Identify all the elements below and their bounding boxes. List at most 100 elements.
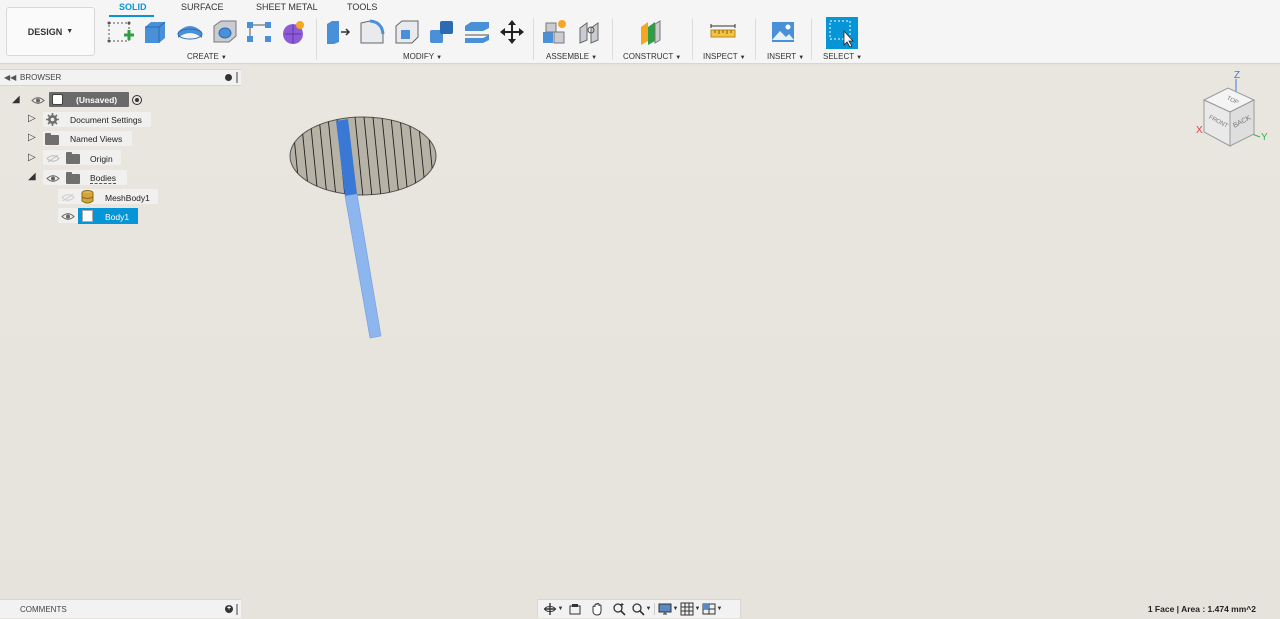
pin-icon[interactable] bbox=[225, 74, 232, 81]
comments-panel-header: COMMENTS + bbox=[0, 599, 241, 618]
selection-status-text: 1 Face | Area : 1.474 mm^2 bbox=[1147, 604, 1256, 614]
visibility-eye-icon[interactable] bbox=[46, 174, 60, 183]
chevron-down-icon: ▼ bbox=[672, 606, 679, 612]
toolbar-divider bbox=[316, 18, 317, 60]
panel-resize-handle[interactable] bbox=[236, 72, 238, 83]
toolbar-divider bbox=[533, 18, 534, 60]
browser-item-label: Named Views bbox=[70, 134, 123, 144]
extrude-icon[interactable] bbox=[141, 18, 169, 46]
expand-triangle-icon[interactable]: ▷ bbox=[28, 132, 36, 143]
comments-title: COMMENTS bbox=[20, 605, 67, 614]
browser-item-label: Body1 bbox=[105, 212, 130, 222]
pan-hand-icon bbox=[592, 602, 602, 616]
create-sketch-icon[interactable] bbox=[107, 18, 135, 46]
chevron-down-icon: ▼ bbox=[694, 606, 701, 612]
visibility-eye-icon[interactable] bbox=[61, 212, 75, 221]
rectangular-pattern-icon[interactable] bbox=[245, 18, 273, 46]
panel-resize-handle[interactable] bbox=[236, 604, 238, 615]
expand-triangle-icon[interactable]: ▷ bbox=[28, 113, 36, 124]
display-settings-button[interactable]: ▼ bbox=[657, 601, 679, 617]
orbit-button[interactable]: ▼ bbox=[542, 601, 564, 617]
fit-button[interactable]: ▼ bbox=[630, 601, 652, 617]
toolbar: DESIGN ▼ SOLID SURFACE SHEET METAL TOOLS… bbox=[0, 0, 1280, 64]
chevron-down-icon: ▼ bbox=[716, 606, 723, 612]
viewport-canvas[interactable]: Z X Y TOP FRONT BACK bbox=[0, 65, 1280, 619]
browser-item-label: (Unsaved) bbox=[76, 95, 118, 105]
split-body-icon[interactable] bbox=[463, 18, 491, 46]
grid-settings-button[interactable]: ▼ bbox=[679, 601, 701, 617]
collapse-triangle-icon[interactable]: ◢ bbox=[28, 171, 36, 182]
folder-icon bbox=[66, 152, 80, 164]
workspace-switcher-button[interactable]: DESIGN ▼ bbox=[6, 7, 95, 56]
offset-plane-icon[interactable] bbox=[638, 18, 666, 46]
look-at-icon bbox=[569, 604, 581, 615]
browser-title: BROWSER bbox=[20, 73, 62, 82]
chevron-down-icon: ▼ bbox=[645, 606, 652, 612]
viewports-button[interactable]: ▼ bbox=[701, 601, 723, 617]
construct-menu[interactable]: CONSTRUCT ▼ bbox=[623, 52, 681, 61]
zoom-button[interactable] bbox=[608, 601, 630, 617]
view-cube[interactable]: Z X Y TOP FRONT BACK bbox=[1190, 68, 1270, 152]
toolbar-divider bbox=[692, 18, 693, 60]
insert-canvas-icon[interactable] bbox=[769, 18, 797, 46]
component-icon bbox=[52, 94, 63, 105]
chevron-down-icon: ▼ bbox=[66, 28, 74, 35]
select-tool-icon[interactable] bbox=[826, 17, 858, 49]
browser-item-label: MeshBody1 bbox=[105, 193, 150, 203]
tab-solid[interactable]: SOLID bbox=[119, 2, 147, 12]
gear-icon bbox=[46, 113, 59, 126]
display-monitor-icon bbox=[658, 603, 672, 615]
select-menu[interactable]: SELECT ▼ bbox=[823, 52, 862, 61]
browser-item-label: Bodies bbox=[90, 173, 116, 184]
browser-header: ◀◀ BROWSER bbox=[0, 69, 241, 86]
insert-menu[interactable]: INSERT ▼ bbox=[767, 52, 804, 61]
browser-item-label: Origin bbox=[90, 154, 113, 164]
press-pull-icon[interactable] bbox=[323, 18, 351, 46]
model-viewport[interactable] bbox=[0, 65, 1280, 619]
pan-button[interactable] bbox=[586, 601, 608, 617]
create-menu[interactable]: CREATE ▼ bbox=[187, 52, 227, 61]
grid-icon bbox=[680, 602, 694, 616]
nav-divider bbox=[654, 603, 655, 615]
toolbar-divider bbox=[612, 18, 613, 60]
folder-icon bbox=[66, 172, 80, 184]
chevron-down-icon: ▼ bbox=[557, 606, 564, 612]
revolve-icon[interactable] bbox=[176, 18, 204, 46]
add-comment-button[interactable]: + bbox=[225, 605, 233, 613]
visibility-off-eye-icon[interactable] bbox=[61, 193, 75, 202]
tab-tools[interactable]: TOOLS bbox=[347, 2, 377, 12]
visibility-off-eye-icon[interactable] bbox=[46, 154, 60, 163]
x-axis-label: X bbox=[1196, 125, 1203, 136]
browser-item-label: Document Settings bbox=[70, 115, 142, 125]
navigation-bar: ▼ ▼ ▼ ▼ ▼ bbox=[537, 599, 741, 618]
joint-icon[interactable] bbox=[577, 18, 605, 46]
y-axis-label: Y bbox=[1261, 132, 1268, 143]
move-copy-icon[interactable] bbox=[498, 18, 526, 46]
tab-sheet-metal[interactable]: SHEET METAL bbox=[256, 2, 318, 12]
collapse-panel-icon[interactable]: ◀◀ bbox=[4, 73, 16, 82]
shell-icon[interactable] bbox=[393, 18, 421, 46]
combine-icon[interactable] bbox=[428, 18, 456, 46]
collapse-triangle-icon[interactable]: ◢ bbox=[12, 94, 20, 105]
modify-menu[interactable]: MODIFY ▼ bbox=[403, 52, 442, 61]
fillet-icon[interactable] bbox=[358, 18, 386, 46]
mesh-body-disk[interactable] bbox=[289, 116, 437, 197]
new-component-icon[interactable] bbox=[541, 18, 569, 46]
hole-icon[interactable] bbox=[211, 18, 239, 46]
inspect-menu[interactable]: INSPECT ▼ bbox=[703, 52, 746, 61]
assemble-menu[interactable]: ASSEMBLE ▼ bbox=[546, 52, 597, 61]
toolbar-divider bbox=[811, 18, 812, 60]
measure-icon[interactable] bbox=[709, 18, 737, 46]
visibility-eye-icon[interactable] bbox=[31, 96, 45, 105]
orbit-icon bbox=[543, 603, 556, 615]
active-tab-indicator bbox=[109, 15, 154, 17]
activate-radio-icon[interactable] bbox=[132, 95, 142, 105]
expand-triangle-icon[interactable]: ▷ bbox=[28, 152, 36, 163]
mesh-body-icon bbox=[81, 190, 94, 204]
tab-surface[interactable]: SURFACE bbox=[181, 2, 224, 12]
look-at-button[interactable] bbox=[564, 601, 586, 617]
z-axis-label: Z bbox=[1234, 70, 1240, 81]
viewports-icon bbox=[702, 603, 716, 615]
body-icon bbox=[82, 210, 93, 222]
form-icon[interactable] bbox=[279, 18, 307, 46]
